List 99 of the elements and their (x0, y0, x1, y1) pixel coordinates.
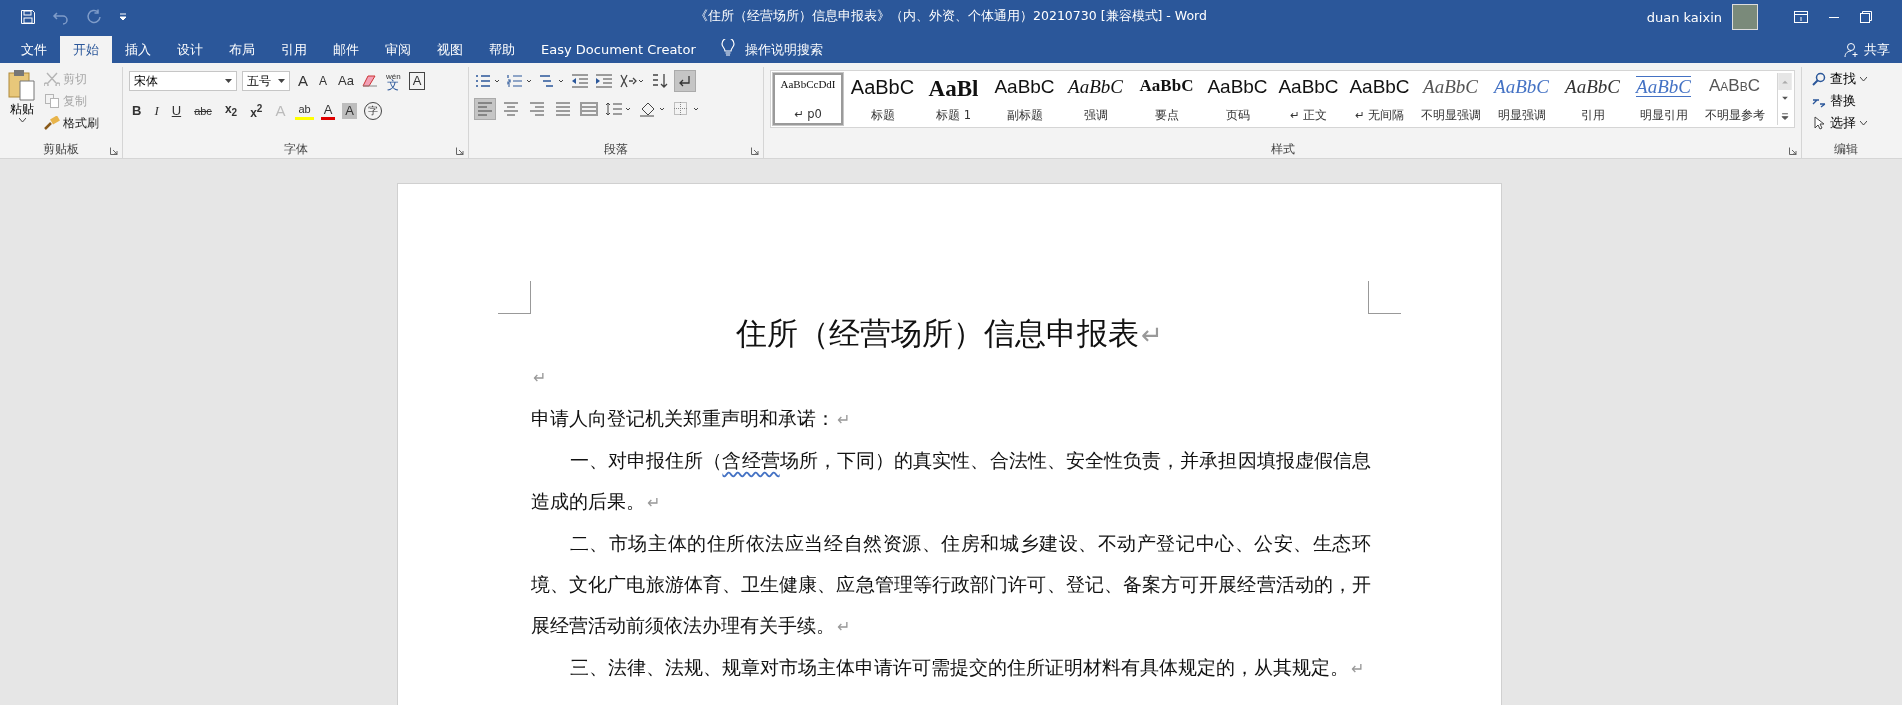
caret-icon (225, 79, 232, 83)
ribbon-tab[interactable]: 帮助 (476, 36, 528, 63)
group-label: 编辑 (1834, 140, 1858, 158)
change-case-button[interactable]: Aa (335, 71, 357, 91)
clipboard-icon (7, 69, 37, 101)
save-icon[interactable] (20, 9, 36, 25)
ribbon-display-icon[interactable] (1794, 11, 1808, 23)
line-spacing-icon[interactable] (605, 101, 633, 117)
ribbon-tab[interactable]: 视图 (424, 36, 476, 63)
style-item[interactable]: AaBbC 页码 (1202, 73, 1273, 125)
body-paragraph: 二、市场主体的住所依法应当经自然资源、住房和城乡建设、不动产登记中心、公安、生态环境、文化广电旅游体育、卫生健康、应急管理等行政部门许可、登记、备案方可开展经营活动的，开展经营活动前须依法办理有关手续。↵ (531, 532, 1371, 638)
font-size-dropdown[interactable]: 五号 (242, 71, 290, 91)
font-name-dropdown[interactable]: 宋体 (129, 71, 237, 91)
phonetic-guide-button[interactable]: wén 文 (382, 72, 404, 90)
ribbon-tab[interactable]: 邮件 (320, 36, 372, 63)
search-icon (1812, 72, 1826, 86)
avatar-placeholder[interactable] (1732, 4, 1758, 30)
style-item[interactable]: AaBbC 引用 (1557, 73, 1628, 125)
ribbon-tab[interactable]: 文件 (8, 36, 60, 63)
body-paragraph: 申请人向登记机关郑重声明和承诺：↵ (531, 407, 851, 431)
caret-icon (278, 79, 285, 83)
ribbon-tab[interactable]: 开始 (60, 36, 112, 63)
group-label: 样式 (1270, 140, 1295, 158)
document-title: 住所（经营场所）信息申报表↵ (735, 315, 1164, 353)
caret-icon (18, 118, 26, 123)
subscript-button[interactable]: x$_{2}$ (221, 99, 241, 124)
ribbon-tab[interactable]: 插入 (112, 36, 164, 63)
ribbon-tab[interactable]: 设计 (164, 36, 216, 63)
style-item[interactable]: AaBbC 明显引用 (1628, 73, 1699, 125)
window-title: 《住所（经营场所）信息申报表》（内、外资、个体通用）20210730 [兼容模式] - Word (695, 8, 1207, 25)
caret-icon (1860, 76, 1867, 82)
paintbrush-icon (44, 116, 60, 130)
editing-command[interactable]: 查找 (1812, 69, 1880, 89)
customize-caret-icon[interactable] (118, 12, 128, 22)
dialog-launcher-icon[interactable] (110, 147, 118, 155)
style-item[interactable]: AaBbC 要点 (1131, 73, 1202, 125)
font-color-button[interactable]: A (320, 102, 336, 121)
strikethrough-button[interactable]: abc (191, 101, 215, 122)
undo-icon[interactable] (52, 9, 70, 25)
style-item[interactable]: AaBbC 不明显强调 (1415, 73, 1486, 125)
group-label: 段落 (604, 140, 628, 158)
ribbon-tab[interactable]: 引用 (268, 36, 320, 63)
show-marks-icon[interactable] (675, 71, 695, 91)
numbered-list-icon[interactable] (507, 74, 533, 88)
style-item[interactable]: AaBbC 不明显参考 (1699, 73, 1770, 125)
shading-bucket-icon[interactable] (639, 101, 667, 117)
copy-icon (44, 94, 60, 108)
chinese-layout-icon[interactable] (619, 74, 645, 88)
style-item[interactable]: AaBbCcDdI ↵ p0 (773, 73, 843, 125)
shrink-font-button[interactable]: A (316, 71, 331, 91)
paragraph-mark: ↵ (533, 368, 546, 387)
maximize-icon[interactable] (1860, 11, 1872, 23)
paste-button[interactable]: 粘贴 (4, 69, 40, 138)
lightbulb-icon[interactable] (720, 39, 735, 57)
person-add-icon[interactable] (1844, 41, 1860, 58)
dialog-launcher-icon[interactable] (751, 147, 759, 155)
clipboard-command[interactable]: 格式刷 (44, 113, 99, 133)
editing-command[interactable]: 替换 (1812, 91, 1880, 111)
style-item[interactable]: AaBbC 副标题 (989, 73, 1060, 125)
sort-icon[interactable] (651, 73, 669, 89)
dialog-launcher-icon[interactable] (1789, 147, 1797, 155)
body-paragraph: 三、法律、法规、规章对市场主体申请许可需提交的住所证明材料有具体规定的，从其规定。↵ (568, 656, 1365, 680)
style-item[interactable]: AaBbC 标题 (847, 73, 918, 125)
superscript-button[interactable]: x$^{2}$ (247, 99, 266, 124)
margin-corner-mark (1368, 281, 1401, 314)
highlight-button[interactable]: ab (295, 102, 314, 121)
increase-indent-icon[interactable] (595, 74, 613, 88)
ribbon-tab[interactable]: 布局 (216, 36, 268, 63)
dialog-launcher-icon[interactable] (456, 147, 464, 155)
style-item[interactable]: AaBbC ↵ 正文 (1273, 73, 1344, 125)
ribbon-tab[interactable]: 审阅 (372, 36, 424, 63)
character-border-button[interactable]: A (408, 72, 426, 90)
bold-button[interactable]: B (129, 101, 145, 122)
borders-icon[interactable] (673, 101, 701, 117)
eraser-icon[interactable] (361, 74, 378, 88)
style-item[interactable]: AaBbC 强调 (1060, 73, 1131, 125)
group-label: 字体 (283, 140, 308, 158)
italic-button[interactable]: I (151, 101, 162, 122)
group-label: 剪贴板 (43, 140, 79, 158)
share-button[interactable]: 共享 (1864, 40, 1890, 59)
grow-font-button[interactable]: A (295, 71, 311, 91)
caret-icon (1860, 120, 1867, 126)
scissors-icon (44, 72, 60, 86)
character-shading-button[interactable]: A (342, 103, 357, 120)
style-item[interactable]: AaBbC ↵ 无间隔 (1344, 73, 1415, 125)
decrease-indent-icon[interactable] (571, 74, 589, 88)
tell-me-search[interactable]: 操作说明搜索 (744, 36, 823, 63)
editing-command[interactable]: 选择 (1812, 113, 1880, 133)
style-item[interactable]: AaBbC 明显强调 (1486, 73, 1557, 125)
ribbon-tab[interactable]: Easy Document Creator (528, 36, 709, 63)
underline-button[interactable]: U (168, 101, 185, 122)
account-name[interactable]: duan kaixin (1646, 9, 1722, 25)
style-item[interactable]: AaBl 标题 1 (918, 73, 989, 125)
redo-icon[interactable] (86, 9, 102, 25)
body-paragraph: 一、对申报住所（含经营场所，下同）的真实性、合法性、安全性负责，并承担因填报虚假信息造成的后果。↵ (531, 449, 1371, 514)
cursor-icon (1812, 116, 1826, 130)
margin-corner-mark (498, 281, 531, 314)
bullet-list-icon[interactable] (475, 74, 501, 88)
multilevel-list-icon[interactable] (539, 74, 565, 88)
